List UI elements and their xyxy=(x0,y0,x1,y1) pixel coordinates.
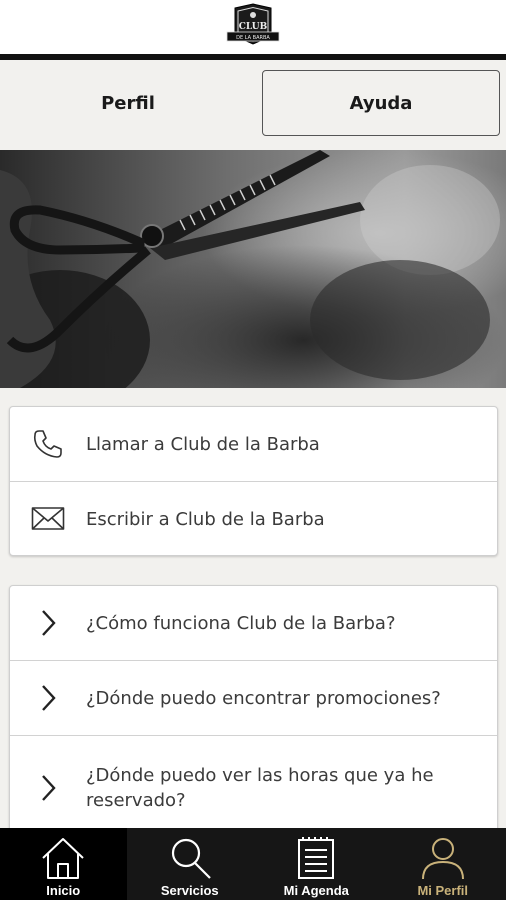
faq-label: ¿Dónde puedo encontrar promociones? xyxy=(86,687,441,709)
contact-card: Llamar a Club de la Barba Escribir a Clu… xyxy=(9,406,498,556)
nav-profile-label: Mi Perfil xyxy=(417,883,469,898)
phone-icon xyxy=(30,428,66,460)
nav-profile[interactable]: Mi Perfil xyxy=(380,828,506,900)
search-icon xyxy=(167,836,213,885)
faq-item-how-it-works[interactable]: ¿Cómo funciona Club de la Barba? xyxy=(10,586,497,660)
app-header: CLUB DE LA BARBA xyxy=(0,0,506,54)
write-label: Escribir a Club de la Barba xyxy=(86,508,325,530)
svg-text:DE LA BARBA: DE LA BARBA xyxy=(236,35,270,41)
club-logo: CLUB DE LA BARBA xyxy=(226,3,280,45)
envelope-icon xyxy=(30,506,66,532)
call-label: Llamar a Club de la Barba xyxy=(86,433,320,455)
chevron-right-icon xyxy=(30,684,66,712)
nav-home[interactable]: Inicio xyxy=(0,828,127,900)
nav-home-label: Inicio xyxy=(46,883,81,898)
svg-text:CLUB: CLUB xyxy=(239,22,268,32)
nav-agenda[interactable]: Mi Agenda xyxy=(253,828,380,900)
faq-item-promotions[interactable]: ¿Dónde puedo encontrar promociones? xyxy=(10,661,497,735)
segmented-tabs: Perfil Ayuda xyxy=(0,60,506,150)
tab-help[interactable]: Ayuda xyxy=(262,70,500,136)
faq-label: ¿Cómo funciona Club de la Barba? xyxy=(86,612,396,634)
user-icon xyxy=(420,836,466,885)
chevron-right-icon xyxy=(30,609,66,637)
nav-services-label: Servicios xyxy=(160,883,219,898)
call-row[interactable]: Llamar a Club de la Barba xyxy=(10,407,497,481)
chevron-right-icon xyxy=(30,774,66,802)
nav-services[interactable]: Servicios xyxy=(127,828,254,900)
faq-label: ¿Dónde puedo ver las horas que ya he res… xyxy=(86,765,434,811)
calendar-icon xyxy=(293,836,339,885)
tab-profile[interactable]: Perfil xyxy=(8,70,248,136)
write-row[interactable]: Escribir a Club de la Barba xyxy=(10,482,497,556)
bottom-nav: Inicio Servicios Mi Agenda Mi Perfil xyxy=(0,828,506,900)
faq-item-reserved-hours[interactable]: ¿Dónde puedo ver las horas que ya he res… xyxy=(10,736,497,840)
faq-card: ¿Cómo funciona Club de la Barba? ¿Dónde … xyxy=(9,585,498,845)
hero-image xyxy=(0,150,506,388)
home-icon xyxy=(40,836,86,885)
nav-agenda-label: Mi Agenda xyxy=(283,883,349,898)
